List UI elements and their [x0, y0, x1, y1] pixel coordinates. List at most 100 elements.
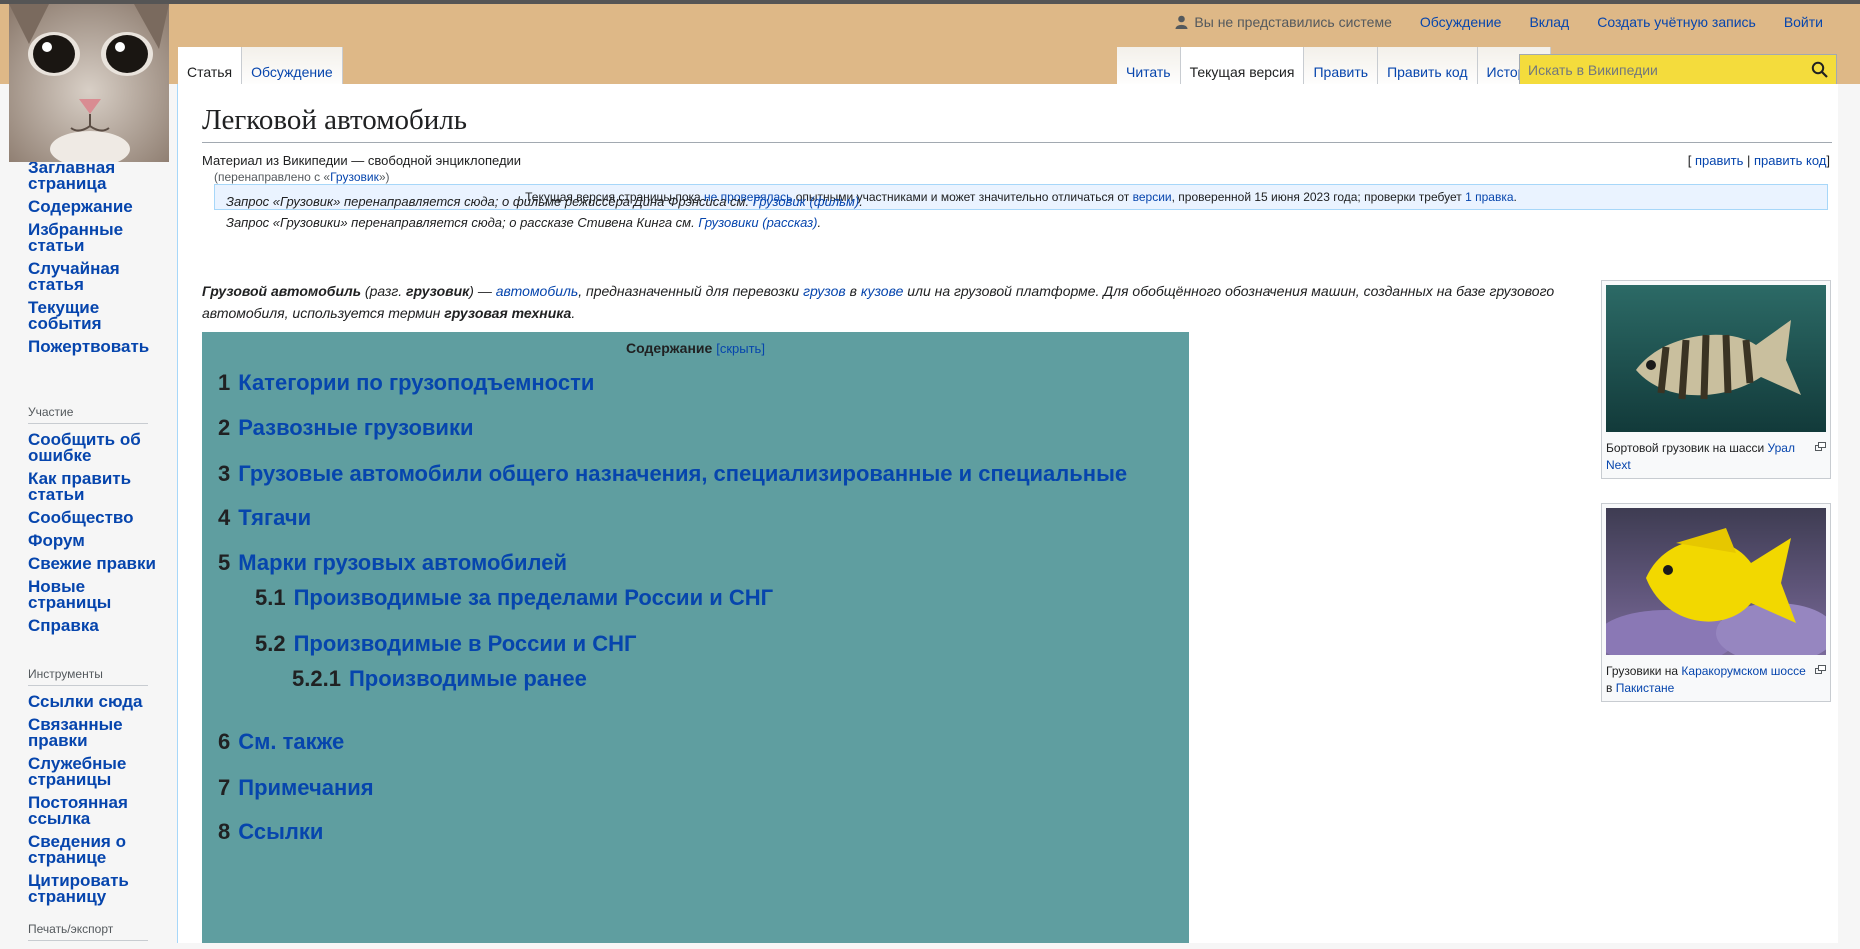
sidebar-item-page-info[interactable]: Сведения о странице: [28, 833, 163, 866]
toc-item[interactable]: 3 Грузовые автомобили общего назначения, …: [218, 461, 1127, 487]
tab-edit-source[interactable]: Править код: [1378, 47, 1478, 88]
sidebar-item-special-pages[interactable]: Служебные страницы: [28, 755, 163, 788]
toc-number: 4: [218, 505, 231, 530]
anon-user-label: Вы не представились системе: [1194, 14, 1392, 30]
enlarge-icon[interactable]: [1815, 442, 1826, 451]
toc-item[interactable]: 5 Марки грузовых автомобилей: [218, 550, 567, 576]
caption-link-pakistan[interactable]: Пакистане: [1616, 681, 1675, 695]
sidebar-item-contents[interactable]: Содержание: [28, 198, 163, 215]
caption-link-karakoram[interactable]: Каракорумском шоссе: [1681, 664, 1805, 678]
toc-number: 6: [218, 729, 231, 754]
sidebar-item-main-page[interactable]: Заглавная страница: [28, 159, 163, 192]
tab-article[interactable]: Статья: [178, 47, 243, 88]
toc-item[interactable]: 4 Тягачи: [218, 505, 311, 531]
lead-text: ) —: [469, 283, 496, 299]
sidebar-participation: Участие Сообщить об ошибке Как править с…: [28, 405, 163, 641]
sidebar-item-report-error[interactable]: Сообщить об ошибке: [28, 431, 163, 464]
sidebar-item-recent-changes[interactable]: Свежие правки: [28, 555, 163, 572]
hatnote-text: .: [817, 215, 822, 230]
login-link[interactable]: Войти: [1784, 14, 1823, 30]
sidebar-item-help[interactable]: Справка: [28, 617, 163, 634]
lead-bold: грузовик: [406, 283, 470, 299]
sidebar-item-related-changes[interactable]: Связанные правки: [28, 716, 163, 749]
toc-hide-link[interactable]: скрыть: [720, 341, 762, 356]
talk-link[interactable]: Обсуждение: [1420, 14, 1502, 30]
toc-item[interactable]: 8 Ссылки: [218, 819, 323, 845]
edit-link[interactable]: править: [1695, 153, 1743, 168]
toc-text: Тягачи: [238, 505, 312, 530]
redirect-text: »): [378, 170, 390, 184]
caption-text: Бортовой грузовик на шасси: [1606, 441, 1768, 455]
sidebar-item-new-pages[interactable]: Новые страницы: [28, 578, 163, 611]
toc-text: Грузовые автомобили общего назначения, с…: [238, 461, 1128, 486]
search-icon[interactable]: [1811, 61, 1828, 78]
sidebar-item-featured[interactable]: Избранные статьи: [28, 221, 163, 254]
lead-link-body[interactable]: кузове: [861, 283, 904, 299]
toc-item[interactable]: 5.2.1 Производимые ранее: [292, 666, 587, 692]
search-input[interactable]: Искать в Википедии: [1519, 54, 1837, 85]
edit-source-link[interactable]: править код: [1754, 153, 1826, 168]
toc-text: Производимые за пределами России и СНГ: [293, 585, 774, 610]
hatnote-1: Запрос «Грузовик» перенаправляется сюда;…: [226, 194, 863, 209]
toc-number: 5.2: [255, 631, 286, 656]
view-tabs: Читать Текущая версия Править Править ко…: [1117, 47, 1551, 88]
stable-version-link[interactable]: версии: [1133, 190, 1172, 204]
toc-item[interactable]: 1 Категории по грузоподъемности: [218, 370, 594, 396]
tools-header: Инструменты: [28, 667, 148, 686]
toc-item[interactable]: 6 См. также: [218, 729, 344, 755]
thumbnail-2: Грузовики на Каракорумском шоссе в Пакис…: [1596, 503, 1836, 702]
toc-item[interactable]: 7 Примечания: [218, 775, 374, 801]
tab-discussion[interactable]: Обсуждение: [242, 47, 343, 88]
lead-link-automobile[interactable]: автомобиль: [496, 283, 579, 299]
sidebar-item-donate[interactable]: Пожертвовать: [28, 338, 163, 355]
toc-toggle: [скрыть]: [716, 341, 765, 356]
sidebar-item-cite[interactable]: Цитировать страницу: [28, 872, 163, 905]
redirect-text: (перенаправлено с «: [214, 170, 331, 184]
pending-edits-link[interactable]: 1 правка: [1465, 190, 1513, 204]
sidebar-item-permanent-link[interactable]: Постоянная ссылка: [28, 794, 163, 827]
fish-yellow-image[interactable]: [1596, 508, 1836, 666]
toc-number: 5: [218, 550, 231, 575]
tab-read[interactable]: Читать: [1117, 47, 1181, 88]
sidebar-item-random[interactable]: Случайная статья: [28, 260, 163, 293]
toc-number: 2: [218, 415, 231, 440]
tab-current-version[interactable]: Текущая версия: [1180, 47, 1305, 88]
sidebar-item-forum[interactable]: Форум: [28, 532, 163, 549]
toc-heading: Содержание: [626, 340, 713, 356]
print-header: Печать/экспорт: [28, 922, 148, 941]
toc-text: Примечания: [238, 775, 374, 800]
anon-user-notice: Вы не представились системе: [1175, 14, 1392, 30]
thumbnail-caption: Бортовой грузовик на шасси Урал Next: [1606, 440, 1826, 474]
user-icon: [1175, 15, 1188, 29]
create-account-link[interactable]: Создать учётную запись: [1597, 14, 1756, 30]
site-logo[interactable]: [9, 4, 169, 162]
sidebar-navigation: Заглавная страница Содержание Избранные …: [28, 159, 163, 362]
toc-item[interactable]: 2 Развозные грузовики: [218, 415, 473, 441]
toc-item[interactable]: 5.2 Производимые в России и СНГ: [255, 631, 636, 657]
redirect-source-link[interactable]: Грузовик: [330, 170, 379, 184]
redirect-notice: (перенаправлено с «Грузовик»): [214, 170, 390, 184]
table-of-contents: Содержание [скрыть] 1 Категории по грузоп…: [202, 332, 1189, 943]
sidebar-item-how-to-edit[interactable]: Как править статьи: [28, 470, 163, 503]
separator: |: [1746, 153, 1751, 168]
lead-text: , предназначенный для перевозки: [578, 283, 804, 299]
hatnote-film-link[interactable]: Грузовик (фильм): [753, 194, 860, 209]
notice-text: .: [1513, 190, 1517, 204]
sidebar: Заглавная страница Содержание Избранные …: [0, 84, 178, 943]
toc-item[interactable]: 5.1 Производимые за пределами России и СН…: [255, 585, 773, 611]
enlarge-icon[interactable]: [1815, 665, 1826, 674]
toc-number: 5.1: [255, 585, 286, 610]
sidebar-item-current-events[interactable]: Текущие события: [28, 299, 163, 332]
personal-tools: Вы не представились системе Обсуждение В…: [1175, 14, 1823, 30]
toc-text: Ссылки: [238, 819, 324, 844]
fish-striped-image[interactable]: [1606, 285, 1826, 432]
sidebar-item-what-links-here[interactable]: Ссылки сюда: [28, 693, 163, 710]
toc-number: 8: [218, 819, 231, 844]
toc-number: 1: [218, 370, 231, 395]
contributions-link[interactable]: Вклад: [1529, 14, 1569, 30]
sidebar-item-community[interactable]: Сообщество: [28, 509, 163, 526]
hatnote-story-link[interactable]: Грузовики (рассказ): [698, 215, 817, 230]
toc-text: См. также: [238, 729, 345, 754]
lead-link-cargo[interactable]: грузов: [803, 283, 846, 299]
tab-edit[interactable]: Править: [1304, 47, 1379, 88]
